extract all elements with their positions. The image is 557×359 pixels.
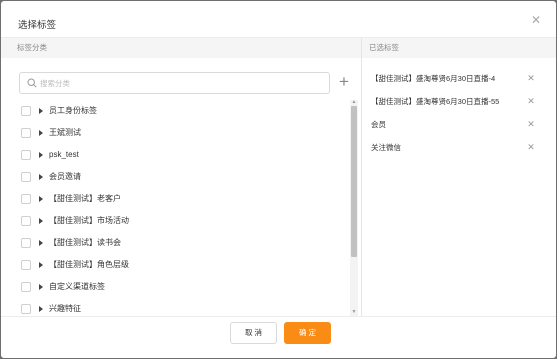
category-header: 标签分类 [1, 38, 361, 58]
tree-item[interactable]: 员工身份标签 [19, 100, 349, 122]
selected-tag-label: 会员 [371, 120, 386, 129]
caret-right-icon[interactable] [39, 108, 43, 114]
search-input[interactable] [40, 75, 325, 91]
remove-icon[interactable]: ✕ [526, 67, 536, 90]
tree-item-label: 王斌测试 [49, 128, 81, 137]
remove-icon[interactable]: ✕ [526, 113, 536, 136]
tree-item[interactable]: 【甜佳测试】角色层级 [19, 254, 349, 276]
search-box[interactable] [19, 72, 330, 94]
selected-tag-label: 【甜佳测试】盛淘尊贤6月30日直播-4 [371, 74, 496, 83]
remove-icon[interactable]: ✕ [526, 90, 536, 113]
caret-right-icon[interactable] [39, 284, 43, 290]
tree-item-label: 【甜佳测试】市场活动 [49, 216, 129, 225]
tree-item[interactable]: 【甜佳测试】市场活动 [19, 210, 349, 232]
tree-item-label: 【甜佳测试】老客户 [49, 194, 121, 203]
checkbox[interactable] [21, 172, 31, 182]
select-tags-dialog: 选择标签 ✕ 标签分类 已选标签 + 员工身份标签 王斌测试 psk_test [1, 1, 556, 358]
tree-item-label: 【甜佳测试】角色层级 [49, 260, 129, 269]
checkbox[interactable] [21, 194, 31, 204]
selected-tag: 【甜佳测试】盛淘尊贤6月30日直播-55 ✕ [371, 90, 543, 113]
panel-divider [361, 38, 362, 316]
checkbox[interactable] [21, 282, 31, 292]
dialog-title: 选择标签 [18, 20, 57, 31]
selected-tag-label: 关注微信 [371, 143, 401, 152]
selected-tag-label: 【甜佳测试】盛淘尊贤6月30日直播-55 [371, 97, 500, 106]
selected-tag: 关注微信 ✕ [371, 136, 543, 159]
close-icon[interactable]: ✕ [529, 13, 543, 27]
tree-item-label: 会员邀请 [49, 172, 81, 181]
plus-icon[interactable]: + [337, 73, 351, 90]
caret-right-icon[interactable] [39, 152, 43, 158]
checkbox[interactable] [21, 106, 31, 116]
caret-right-icon[interactable] [39, 174, 43, 180]
selected-tag: 【甜佳测试】盛淘尊贤6月30日直播-4 ✕ [371, 67, 543, 90]
tree-item[interactable]: 【甜佳测试】读书会 [19, 232, 349, 254]
checkbox[interactable] [21, 238, 31, 248]
selected-tag: 会员 ✕ [371, 113, 543, 136]
footer-divider [1, 316, 556, 317]
caret-right-icon[interactable] [39, 306, 43, 312]
tree-item-label: 自定义渠道标签 [49, 282, 105, 291]
confirm-button[interactable]: 确 定 [284, 322, 331, 344]
checkbox[interactable] [21, 128, 31, 138]
scroll-down-icon[interactable]: ▼ [351, 310, 357, 315]
search-icon [27, 78, 37, 88]
scroll-up-icon[interactable]: ▲ [351, 100, 357, 105]
category-list: 员工身份标签 王斌测试 psk_test 会员邀请 【甜佳测试】老客户 【甜佳测… [19, 100, 349, 320]
cancel-button[interactable]: 取 消 [230, 322, 277, 344]
scrollbar-thumb[interactable] [351, 106, 357, 257]
remove-icon[interactable]: ✕ [526, 136, 536, 159]
tree-item[interactable]: 王斌测试 [19, 122, 349, 144]
tree-item-label: 【甜佳测试】读书会 [49, 238, 121, 247]
selected-header: 已选标签 [361, 38, 556, 58]
caret-right-icon[interactable] [39, 218, 43, 224]
tree-item[interactable]: 【甜佳测试】老客户 [19, 188, 349, 210]
checkbox[interactable] [21, 216, 31, 226]
tree-item[interactable]: 自定义渠道标签 [19, 276, 349, 298]
caret-right-icon[interactable] [39, 240, 43, 246]
checkbox[interactable] [21, 150, 31, 160]
checkbox[interactable] [21, 304, 31, 314]
checkbox[interactable] [21, 260, 31, 270]
tree-item[interactable]: psk_test [19, 144, 349, 166]
tree-item[interactable]: 会员邀请 [19, 166, 349, 188]
selected-tags-list: 【甜佳测试】盛淘尊贤6月30日直播-4 ✕ 【甜佳测试】盛淘尊贤6月30日直播-… [371, 67, 543, 159]
caret-right-icon[interactable] [39, 130, 43, 136]
caret-right-icon[interactable] [39, 262, 43, 268]
tree-item-label: 员工身份标签 [49, 106, 97, 115]
caret-right-icon[interactable] [39, 196, 43, 202]
tree-item-label: psk_test [49, 150, 79, 159]
